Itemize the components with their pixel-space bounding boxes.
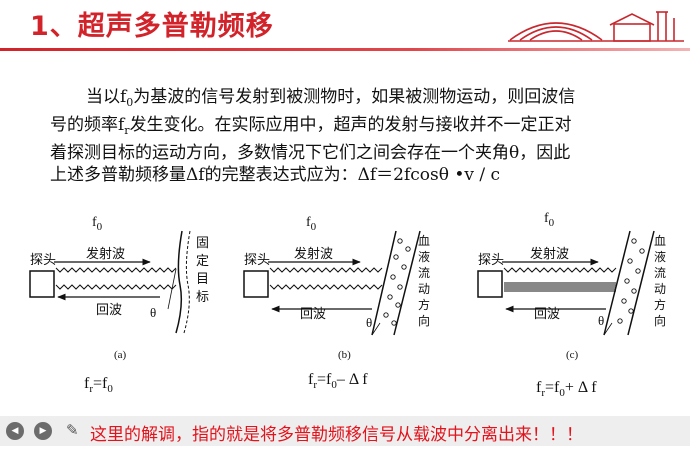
doppler-diagrams: f0 f0 f0 探头 探头 探头 发射波 发射波 发射波 回波 回波 回波 θ… bbox=[0, 205, 690, 425]
f0-label-c: f0 bbox=[544, 211, 555, 229]
angle-label-c: θ bbox=[598, 313, 605, 328]
target-surface-a bbox=[175, 230, 183, 334]
chevron-right-icon[interactable]: ▶ bbox=[34, 422, 52, 440]
paragraph-line-4: 上述多普勒频移量Δf的完整表达式应为：Δf＝2fcosθ •v / c bbox=[50, 165, 501, 185]
probe-label-c: 探头 bbox=[478, 253, 505, 268]
paragraph-line-1: 当以f0为基波的信号发射到被测物时，如果被测物运动，则回波信 bbox=[86, 87, 576, 109]
angle-label-a: θ bbox=[150, 305, 157, 320]
flow-label-b: 血液流动方向 bbox=[418, 234, 431, 328]
echo-label-c: 回波 bbox=[534, 307, 561, 322]
formula-a: fr=f0 bbox=[84, 375, 113, 395]
formula-b: fr=f0– Δ f bbox=[308, 371, 368, 391]
f0-label-a: f0 bbox=[92, 215, 103, 233]
probe-block-c bbox=[477, 270, 503, 298]
vessel-wall-c2 bbox=[627, 230, 655, 336]
player-overlay-bar: ◀ ▶ ✎ 这里的解调，指的就是将多普勒频移信号从载波中分离出来！！！ bbox=[0, 410, 690, 457]
echo-label-a: 回波 bbox=[96, 303, 123, 318]
formula-c: fr=f0+ Δ f bbox=[536, 379, 597, 399]
flow-label-c: 血液流动方向 bbox=[654, 234, 667, 328]
diagram-caption-c: (c) bbox=[566, 349, 579, 361]
pen-icon[interactable]: ✎ bbox=[66, 421, 79, 439]
paragraph-line-2: 号的频率fr发生变化。在实际应用中，超声的发射与接收并不一定正对 bbox=[50, 115, 572, 137]
university-logo bbox=[508, 11, 684, 42]
transmit-label-b: 发射波 bbox=[294, 247, 334, 262]
probe-block-a bbox=[29, 270, 55, 298]
title-underline bbox=[0, 48, 690, 51]
probe-block-b bbox=[243, 270, 269, 298]
target-label-a: 固定目标 bbox=[196, 236, 210, 305]
chevron-left-icon[interactable]: ◀ bbox=[6, 422, 24, 440]
probe-label-b: 探头 bbox=[244, 253, 271, 268]
transmit-wave-a bbox=[55, 267, 177, 273]
angle-label-b: θ bbox=[366, 315, 373, 330]
echo-wave-a bbox=[55, 284, 177, 290]
transmit-label-a: 发射波 bbox=[86, 247, 126, 262]
paragraph-line-3: 着探测目标的运动方向，多数情况下它们之间会存在一个夹角θ，因此 bbox=[50, 143, 571, 163]
echo-label-b: 回波 bbox=[300, 307, 327, 322]
overlay-message: 这里的解调，指的就是将多普勒频移信号从载波中分离出来！！！ bbox=[90, 425, 583, 445]
probe-label-a: 探头 bbox=[30, 253, 57, 268]
slide-paragraph: 当以f0为基波的信号发射到被测物时，如果被测物运动，则回波信 号的频率fr发生变… bbox=[50, 86, 650, 186]
diagram-caption-b: (b) bbox=[338, 349, 351, 361]
slide-title: 1、超声多普勒频移 bbox=[30, 11, 274, 42]
transmit-label-c: 发射波 bbox=[530, 247, 570, 262]
f0-label-b: f0 bbox=[306, 215, 317, 233]
diagram-caption-a: (a) bbox=[114, 349, 127, 361]
vessel-wall-b1 bbox=[371, 230, 397, 336]
